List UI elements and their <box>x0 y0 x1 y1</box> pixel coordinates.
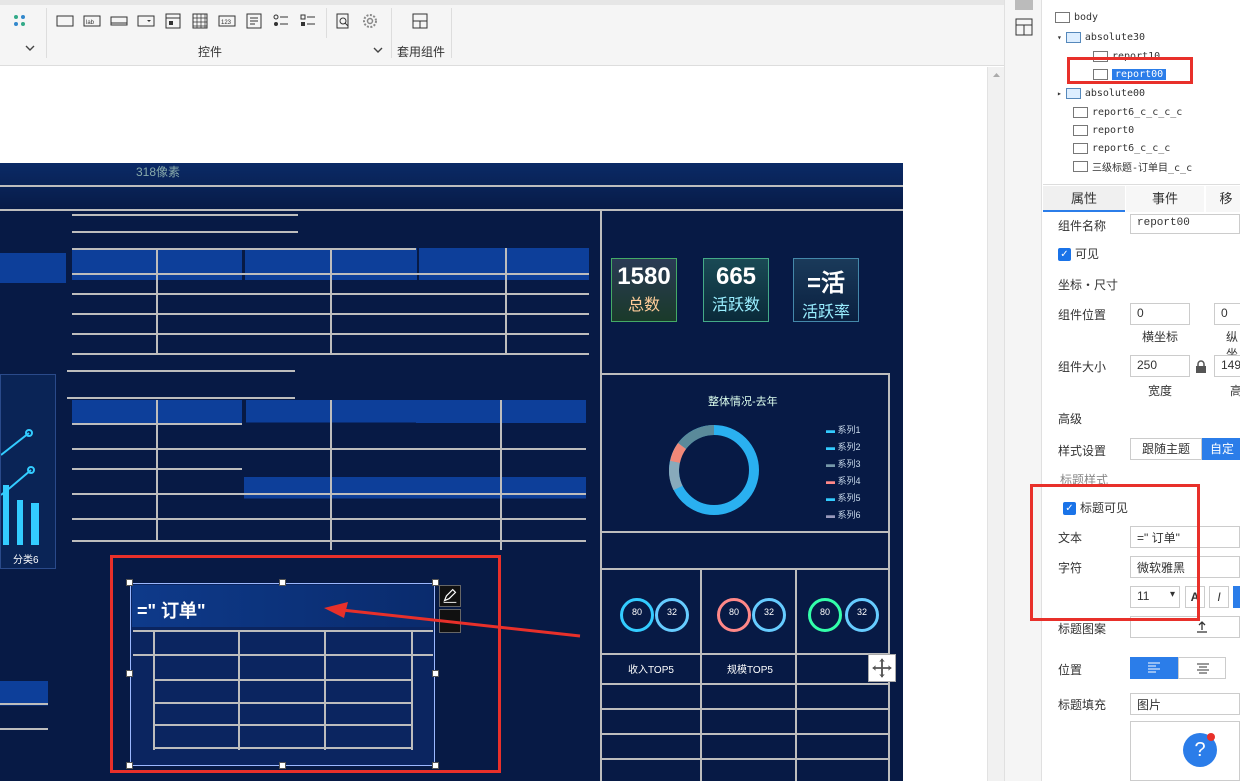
legend-item: ▬ 系列2 <box>826 442 861 452</box>
text-icon[interactable] <box>244 11 264 31</box>
table-icon[interactable] <box>190 11 210 31</box>
style-follow-button[interactable]: 跟随主题 <box>1130 438 1202 460</box>
chevron-down-icon[interactable] <box>372 44 384 56</box>
panel-grid-7 <box>244 477 586 549</box>
title-pattern-label: 标题图案 <box>1058 622 1107 636</box>
tree-item-report6-ccc[interactable]: report6_c_c_c <box>1073 139 1170 157</box>
annotation-box-left <box>110 555 501 773</box>
tree-item-report0[interactable]: report0 <box>1073 121 1134 139</box>
width-hint: 318像素 <box>136 165 181 179</box>
legend-item: ▬ 系列4 <box>826 476 861 486</box>
visible-checkbox[interactable]: ✓ 可见 <box>1058 245 1099 262</box>
stat-card-rate[interactable]: =活 活跃率 <box>793 258 859 322</box>
vertical-scrollbar[interactable] <box>987 67 1004 781</box>
group-controls-label: 控件 <box>198 45 223 59</box>
donut-legend: ▬ 系列1 ▬ 系列2 ▬ 系列3 ▬ 系列4 ▬ 系列5 ▬ 系列6 <box>826 423 886 525</box>
size-label: 组件大小 <box>1058 360 1107 374</box>
tab-move[interactable]: 移 <box>1206 186 1240 212</box>
width-label: 宽度 <box>1148 384 1173 398</box>
annotation-box-right <box>1030 484 1200 621</box>
settings-icon[interactable] <box>360 11 380 31</box>
position2-label: 位置 <box>1058 663 1083 677</box>
svg-text:lab: lab <box>86 20 95 26</box>
side-icon-strip <box>1004 0 1042 781</box>
donut-chart <box>666 422 762 518</box>
checkbox-icon[interactable] <box>298 11 318 31</box>
bar-category-label: 分类6 <box>13 555 39 566</box>
dots-icon[interactable] <box>10 11 30 31</box>
gauge-ring: 80 <box>717 598 751 632</box>
text-color-icon[interactable] <box>1233 586 1240 608</box>
tab-properties[interactable]: 属性 <box>1043 186 1125 212</box>
tree-item-body[interactable]: body <box>1055 8 1098 26</box>
gauge-ring: 32 <box>845 598 879 632</box>
gauge-ring: 32 <box>655 598 689 632</box>
dropdown-icon[interactable] <box>136 11 156 31</box>
width-input[interactable]: 250 <box>1130 355 1190 377</box>
toolbar: lab 123 控件 套用组件 <box>0 0 1004 66</box>
legend-item: ▬ 系列5 <box>826 493 861 503</box>
layout-icon[interactable] <box>1015 18 1033 36</box>
svg-text:123: 123 <box>221 20 232 26</box>
style-label: 样式设置 <box>1058 444 1107 458</box>
tab-events[interactable]: 事件 <box>1126 186 1204 212</box>
advanced-section-title: 高级 <box>1058 412 1083 426</box>
pos-x-input[interactable]: 0 <box>1130 303 1190 325</box>
component-name-label: 组件名称 <box>1058 219 1107 233</box>
height-label: 高 <box>1230 384 1240 398</box>
tree-highlight-box <box>1067 57 1193 84</box>
box-icon[interactable] <box>55 11 75 31</box>
gauge-ring: 32 <box>752 598 786 632</box>
fill-label: 标题填充 <box>1058 698 1107 712</box>
legend-item: ▬ 系列6 <box>826 510 861 520</box>
position-label: 组件位置 <box>1058 308 1107 322</box>
annotation-arrow <box>324 602 581 638</box>
component-panel-icon[interactable] <box>1015 0 1033 10</box>
stat-card-active[interactable]: 665 活跃数 <box>703 258 769 322</box>
donut-title: 整体情况-去年 <box>708 396 778 408</box>
component-name-field[interactable]: report00 <box>1130 214 1240 234</box>
bar-chart-panel: 分类6 <box>0 374 56 569</box>
canvas-margin <box>0 67 987 163</box>
height-input[interactable]: 149 <box>1214 355 1240 377</box>
panel-grid-8 <box>0 253 66 353</box>
panel-grid-3 <box>419 248 589 354</box>
pos-y-input[interactable]: 0 <box>1214 303 1240 325</box>
style-custom-button[interactable]: 自定 <box>1202 438 1240 460</box>
gauge-ring: 80 <box>808 598 842 632</box>
form-icon[interactable] <box>163 11 183 31</box>
lab-icon[interactable]: lab <box>82 11 102 31</box>
legend-item: ▬ 系列3 <box>826 459 861 469</box>
legend-item: ▬ 系列1 <box>826 425 861 435</box>
tree-item-absolute30[interactable]: ▾ absolute30 <box>1057 28 1145 46</box>
align-center-icon[interactable] <box>1178 657 1226 679</box>
top5-scale-label: 规模TOP5 <box>727 665 773 676</box>
notification-dot <box>1207 733 1215 741</box>
radio-icon[interactable] <box>271 11 291 31</box>
lock-icon[interactable] <box>1195 360 1207 374</box>
number-icon[interactable]: 123 <box>217 11 237 31</box>
template-icon[interactable] <box>410 11 430 31</box>
dashboard-canvas: 318像素 1580 总数 665 活跃数 =活 活跃率 整体情况-去年 ▬ 系… <box>0 163 903 781</box>
tree-item-report6-cccc[interactable]: report6_c_c_c_c <box>1073 103 1182 121</box>
group-templates-label: 套用组件 <box>397 45 446 59</box>
tree-item-title-order[interactable]: 三级标题-订单目_c_c <box>1073 157 1192 175</box>
preview-icon[interactable] <box>333 11 353 31</box>
coord-section-title: 坐标・尺寸 <box>1058 278 1119 292</box>
gauge-ring: 80 <box>620 598 654 632</box>
move-icon[interactable] <box>868 654 896 682</box>
italic-icon[interactable]: I <box>1209 586 1229 608</box>
tree-item-absolute00[interactable]: ▸ absolute00 <box>1057 84 1145 102</box>
dropdown-chevron-icon[interactable] <box>24 42 36 54</box>
properties-panel: 属性 事件 移 组件名称 report00 ✓ 可见 坐标・尺寸 组件位置 0 0… <box>1030 186 1240 781</box>
fill-select[interactable]: 图片 <box>1130 693 1240 715</box>
stat-card-total[interactable]: 1580 总数 <box>611 258 677 322</box>
panel-grid-9 <box>0 681 48 763</box>
top5-income-label: 收入TOP5 <box>628 665 674 676</box>
x-label: 横坐标 <box>1142 330 1179 344</box>
component-tree: body ▾ absolute30 report10 report00 ▸ abso… <box>1043 0 1240 185</box>
button-icon[interactable] <box>109 11 129 31</box>
align-left-icon[interactable] <box>1130 657 1178 679</box>
